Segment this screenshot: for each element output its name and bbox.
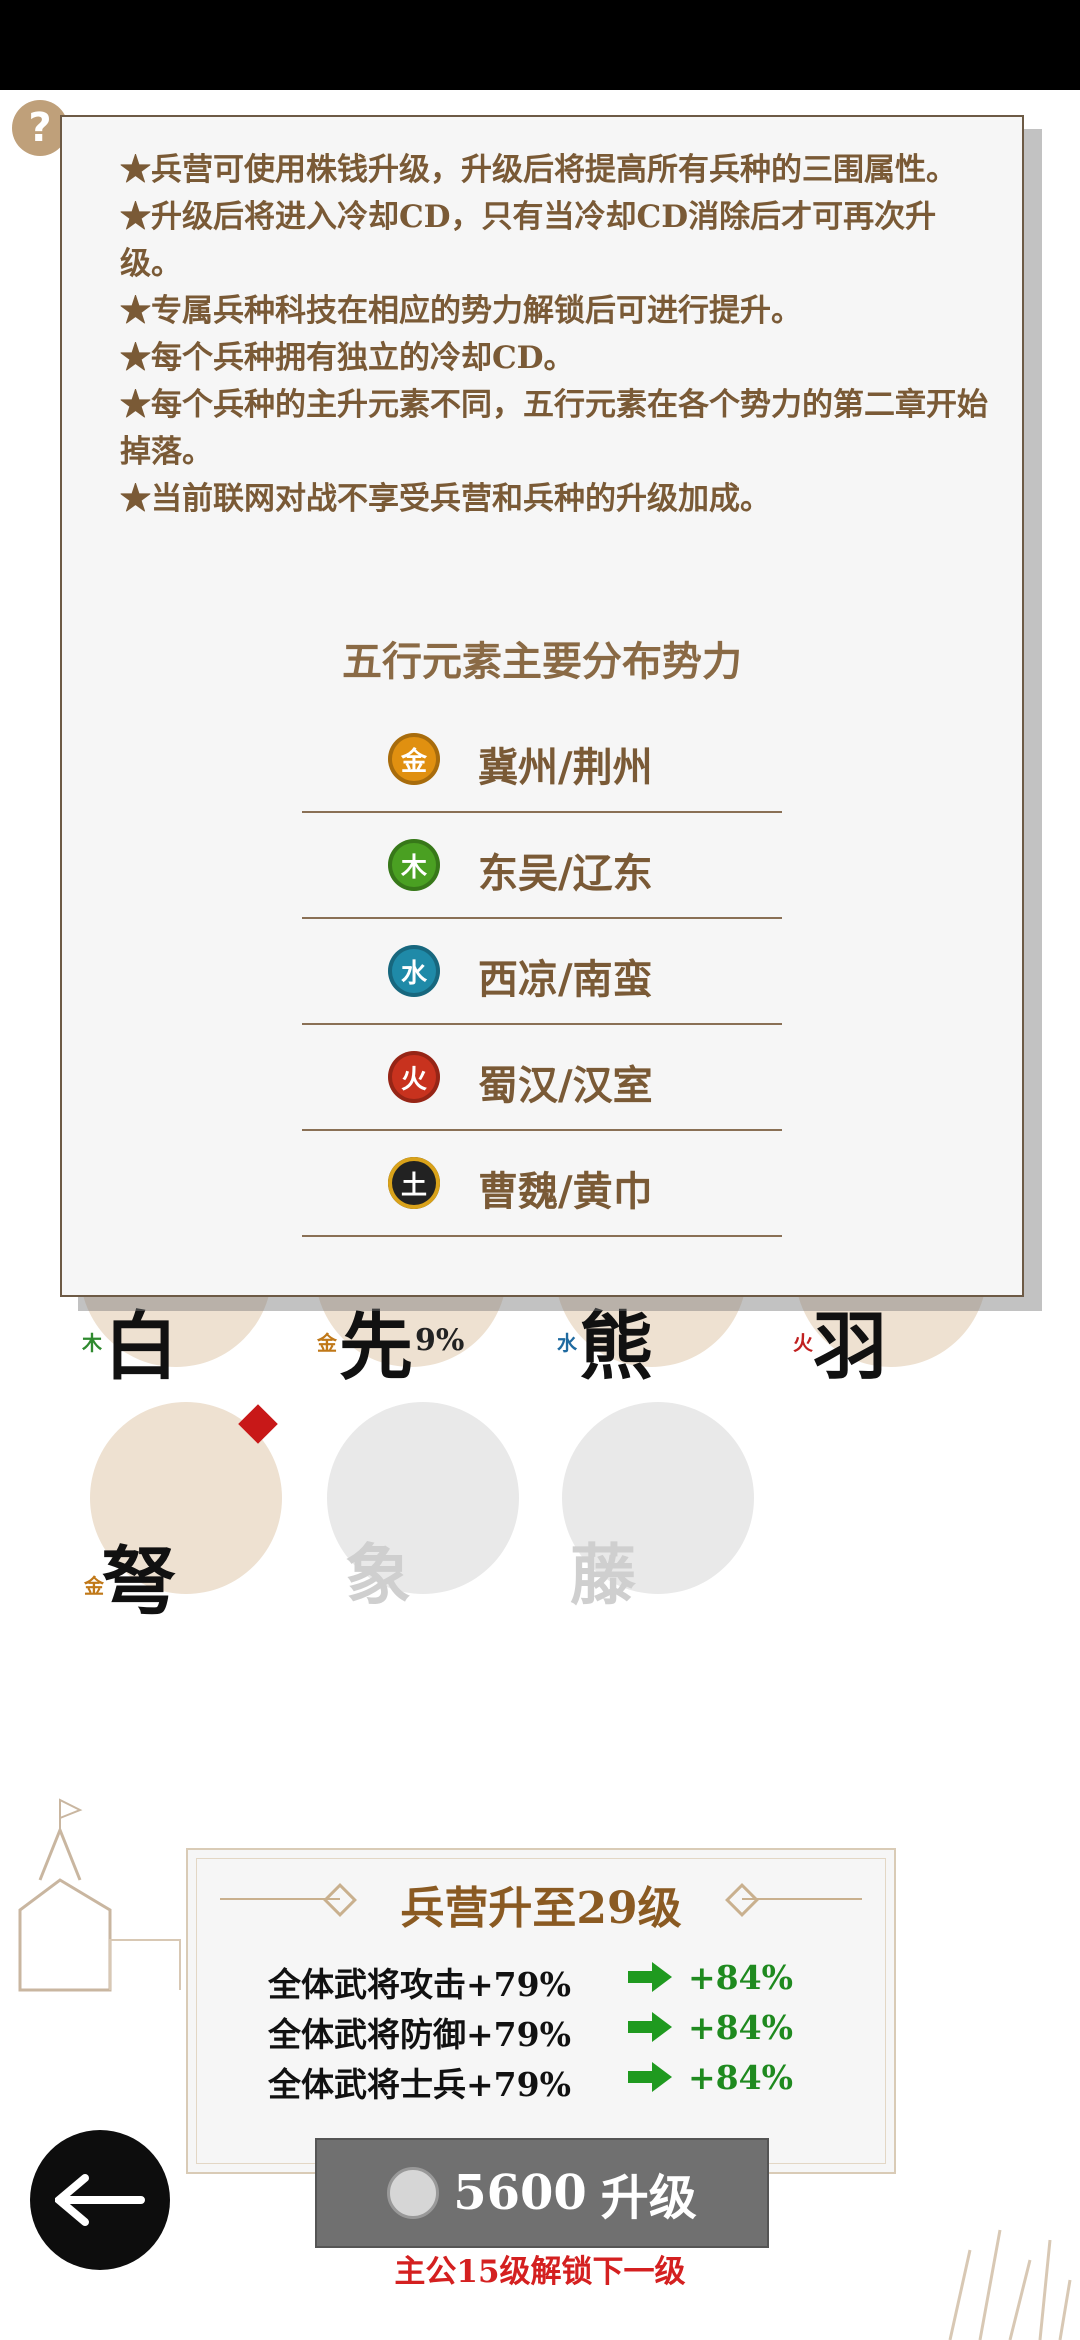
- fire-element-icon: 火: [388, 1051, 440, 1103]
- distribution-label: 西凉/南蛮: [478, 956, 653, 1003]
- grass-sketch: [948, 2229, 1072, 2340]
- stat-current: 全体武将攻击+79%: [268, 1965, 571, 2004]
- rule-line: ★兵营可使用株钱升级，升级后将提高所有兵种的三围属性。: [120, 152, 957, 188]
- unit-element-icon: 木: [82, 1331, 102, 1355]
- unlock-hint: 主公15级解锁下一级: [394, 2254, 686, 2290]
- stat-next: +84%: [688, 2058, 793, 2097]
- water-element-icon: 水: [388, 945, 440, 997]
- upgrade-label: 升级: [600, 2170, 697, 2226]
- unit-card-xiang[interactable]: 象: [317, 1402, 519, 1614]
- arrow-right-icon: [628, 1962, 672, 1992]
- distribution-row: 土 曹魏/黄巾: [302, 1131, 782, 1237]
- stat-current: 全体武将士兵+79%: [268, 2065, 571, 2104]
- back-button[interactable]: [30, 2130, 170, 2270]
- back-arrow-icon: [55, 2174, 145, 2226]
- unit-card-nu[interactable]: 金 弩: [80, 1402, 282, 1625]
- unit-name: 弩: [102, 1539, 176, 1625]
- distribution-label: 东吴/辽东: [478, 850, 653, 897]
- rule-line: ★每个兵种拥有独立的冷却CD。: [120, 340, 575, 376]
- distribution-label: 曹魏/黄巾: [478, 1168, 653, 1215]
- stat-next: +84%: [688, 2008, 793, 2047]
- barracks-upgrade-panel: 兵营升至29级 全体武将攻击+79% +84% 全体武将防御+79% +84% …: [186, 1848, 896, 2174]
- coin-icon: [387, 2167, 440, 2219]
- stat-row-attack: 全体武将攻击+79% +84%: [268, 1958, 828, 2004]
- unit-progress-percent: 9%: [415, 1323, 465, 1358]
- rule-line: ★专属兵种科技在相应的势力解锁后可进行提升。: [120, 293, 802, 329]
- unit-name: 先: [339, 1304, 413, 1390]
- unit-name: 象: [345, 1536, 411, 1614]
- upgrade-cost: 5600: [453, 2165, 587, 2221]
- distribution-list: 金 冀州/荆州 木 东吴/辽东 水 西凉/南蛮 火 蜀汉/汉室 土 曹魏/黄巾: [302, 707, 782, 1237]
- unit-element-icon: 金: [317, 1331, 337, 1355]
- unit-card-teng[interactable]: 藤: [552, 1402, 754, 1614]
- info-popup[interactable]: ★兵营可使用株钱升级，升级后将提高所有兵种的三围属性。 ★升级后将进入冷却CD，…: [60, 115, 1024, 1297]
- earth-element-icon: 土: [388, 1157, 440, 1209]
- stat-next: +84%: [688, 1958, 793, 1997]
- wood-element-icon: 木: [388, 839, 440, 891]
- distribution-row: 木 东吴/辽东: [302, 813, 782, 919]
- fortress-sketch: [18, 1798, 181, 1992]
- unit-name: 羽: [813, 1304, 887, 1390]
- unit-name: 藤: [570, 1536, 636, 1614]
- distribution-row: 金 冀州/荆州: [302, 707, 782, 813]
- distribution-label: 冀州/荆州: [478, 744, 653, 791]
- metal-element-icon: 金: [388, 733, 440, 785]
- distribution-row: 火 蜀汉/汉室: [302, 1025, 782, 1131]
- arrow-right-icon: [628, 2062, 672, 2092]
- unit-name: 白: [104, 1304, 178, 1390]
- distribution-label: 蜀汉/汉室: [478, 1062, 653, 1109]
- rules-text: ★兵营可使用株钱升级，升级后将提高所有兵种的三围属性。 ★升级后将进入冷却CD，…: [120, 147, 990, 523]
- rule-line: ★升级后将进入冷却CD，只有当冷却CD消除后才可再次升级。: [120, 199, 937, 282]
- unit-name: 熊: [579, 1304, 653, 1390]
- distribution-row: 水 西凉/南蛮: [302, 919, 782, 1025]
- rule-line: ★每个兵种的主升元素不同，五行元素在各个势力的第二章开始掉落。: [120, 387, 988, 470]
- stat-row-defense: 全体武将防御+79% +84%: [268, 2008, 828, 2054]
- rule-line: ★当前联网对战不享受兵营和兵种的升级加成。: [120, 481, 771, 517]
- stat-row-soldiers: 全体武将士兵+79% +84%: [268, 2058, 828, 2104]
- distribution-title: 五行元素主要分布势力: [342, 638, 742, 685]
- unit-element-icon: 火: [793, 1331, 813, 1355]
- stat-current: 全体武将防御+79%: [268, 2015, 571, 2054]
- unit-element-icon: 金: [84, 1574, 104, 1598]
- status-bar: [0, 0, 1080, 90]
- unit-element-icon: 水: [557, 1331, 577, 1355]
- arrow-right-icon: [628, 2012, 672, 2042]
- upgrade-title: 兵营升至29级: [400, 1883, 682, 1934]
- upgrade-button[interactable]: 5600 升级: [315, 2138, 769, 2248]
